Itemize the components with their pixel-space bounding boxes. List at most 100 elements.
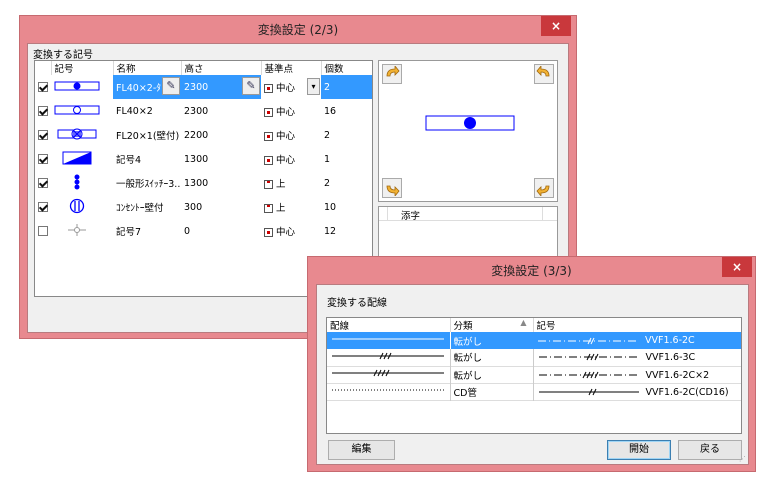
row-category: 転がし [453,336,483,348]
dialog2-close-button[interactable]: × [722,257,752,277]
top-point-icon [264,204,273,213]
row-code: VVF1.6-2C [645,335,695,346]
wire-code-pattern-icon [538,388,639,395]
row-category: CD管 [453,387,477,399]
rotate-right-bottom-button[interactable] [534,178,554,198]
start-button[interactable]: 開始 [607,440,671,460]
table-row[interactable]: FL20×1(壁付) 2200 中心 2 [35,123,372,147]
table-row[interactable]: 転がし VVF1.6-2C×2 [327,366,741,383]
center-point-icon [264,228,273,237]
row-checkbox[interactable] [38,202,48,212]
sort-asc-icon: ▲ [520,318,527,327]
center-point-icon [264,156,273,165]
center-point-icon [264,132,273,141]
fl40x2-dot-icon [54,81,100,90]
wire-4-line-icon [332,369,444,377]
dialog2-client: 変換する配線 配線 分類 ▲ 記号 転がし VVF1.6-2C 転がし VVF1.… [316,284,749,465]
row-count: 16 [324,105,337,117]
row-ref: 中心 [276,83,296,94]
row-checkbox[interactable] [38,82,48,92]
preview-symbol-icon [425,115,515,131]
row-category: 転がし [453,370,483,382]
row-ref: 中心 [276,131,296,142]
table-row[interactable]: FL40×2 2300 中心 16 [35,99,372,123]
row-name: FL20×1(壁付) [116,131,180,142]
dialog1-close-button[interactable]: × [541,16,571,36]
center-point-icon [264,108,273,117]
row-name: 記号7 [116,227,142,238]
row-ref: 上 [276,179,286,190]
rotate-right-top-button[interactable] [534,64,554,84]
table-row[interactable]: 転がし VVF1.6-2C [327,332,741,349]
symbol7-icon [68,223,86,236]
row-name: 一般形ｽｲｯﾁｰ3... [116,179,181,190]
row-checkbox[interactable] [38,130,48,140]
ref-dropdown-chevron-icon[interactable]: ▾ [307,78,320,95]
subscript-header: 添字 [379,207,557,222]
dialog2-title: 変換設定 (3/3) [491,264,572,278]
wire-dotted-icon [332,389,444,391]
row-name: ｺﾝｾﾝﾄｰ壁付 [116,203,164,214]
edit-button[interactable]: 編集 [328,440,395,460]
row-height: 300 [184,201,203,213]
col-ref[interactable]: 基準点 [261,61,322,75]
row-ref: 中心 [276,107,296,118]
table-row[interactable]: CD管 VVF1.6-2C(CD16) [327,383,741,400]
fl40x2-ring-icon [54,105,100,114]
row-height: 2300 [184,81,209,93]
rotate-left-top-button[interactable] [382,64,402,84]
row-name: FL40×2-ﾀ [116,83,162,94]
col-code[interactable]: 記号 [533,318,741,332]
rotate-left-bottom-button[interactable] [382,178,402,198]
outlet-icon [69,198,85,213]
row-count: 1 [324,153,331,165]
col-height[interactable]: 高さ [181,61,262,75]
col-symbol[interactable]: 記号 [51,61,114,75]
col-wiring[interactable]: 配線 [327,318,451,332]
top-point-icon [264,180,273,189]
wiring-group-label: 変換する配線 [327,298,387,309]
row-ref: 上 [276,203,286,214]
row-checkbox[interactable] [38,226,48,236]
row-category: 転がし [453,353,483,365]
resize-grip-icon[interactable]: ⋰ [739,455,747,463]
col-check [35,61,52,75]
row-ref: 中心 [276,227,296,238]
row-count: 2 [324,81,331,93]
symbols-group-label: 変換する記号 [33,50,93,61]
row-name: 記号4 [116,155,142,166]
table-row[interactable]: FL40×2-ﾀ ✎ 2300 ✎ 中心 ▾ 2 [35,75,372,99]
dialog-convert-wiring: 変換設定 (3/3) × 変換する配線 配線 分類 ▲ 記号 転がし VVF1.6… [307,256,756,472]
row-ref: 中心 [276,155,296,166]
center-point-icon [264,84,273,93]
table-row[interactable]: 一般形ｽｲｯﾁｰ3... 1300 上 2 [35,171,372,195]
table-row[interactable]: 記号4 1300 中心 1 [35,147,372,171]
row-height: 0 [184,225,191,237]
col-count[interactable]: 個数 [321,61,372,75]
wire-solid-icon [332,338,444,340]
row-height: 1300 [184,177,209,189]
col-category-label: 分類 [453,321,473,332]
row-code: VVF1.6-2C(CD16) [645,386,729,398]
row-checkbox[interactable] [38,178,48,188]
row-count: 12 [324,225,337,237]
table-row[interactable]: 記号7 0 中心 12 [35,219,372,243]
subscript-header-label: 添字 [401,211,421,222]
wiring-table: 配線 分類 ▲ 記号 転がし VVF1.6-2C 転がし VVF1.6-3C 転が… [326,317,742,434]
row-checkbox[interactable] [38,154,48,164]
wire-code-pattern-icon [538,337,638,344]
row-checkbox[interactable] [38,106,48,116]
symbol-preview-pane [378,60,558,202]
col-name[interactable]: 名称 [113,61,182,75]
table-row[interactable]: ｺﾝｾﾝﾄｰ壁付 300 上 10 [35,195,372,219]
row-height: 1300 [184,153,209,165]
row-count: 2 [324,177,331,189]
col-category[interactable]: 分類 ▲ [450,318,534,332]
edit-height-icon[interactable]: ✎ [242,77,260,95]
row-height: 2200 [184,129,209,141]
wire-code-pattern-icon [538,354,639,361]
back-button[interactable]: 戻る [678,440,742,460]
edit-name-icon[interactable]: ✎ [162,77,180,95]
table-row[interactable]: 転がし VVF1.6-3C [327,349,741,366]
dialog1-title: 変換設定 (2/3) [257,23,339,37]
